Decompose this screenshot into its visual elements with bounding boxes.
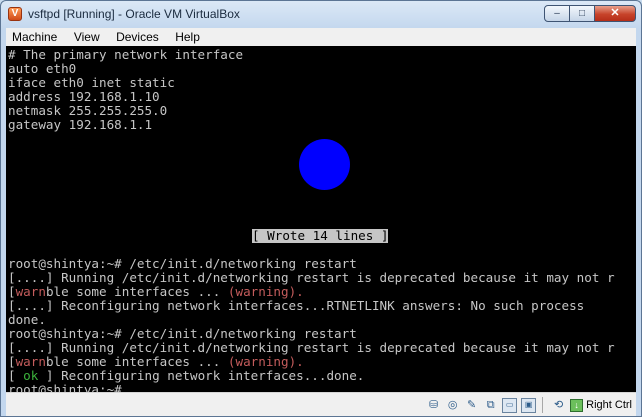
hard-disk-icon[interactable]: ⛁	[426, 398, 441, 413]
close-button[interactable]: ✕	[594, 5, 636, 22]
ok-tag: ok	[23, 368, 39, 383]
vm-console-screen[interactable]: # The primary network interface auto eth…	[6, 46, 636, 392]
virtualbox-app-icon: V	[8, 7, 22, 21]
warning-text: (warning).	[227, 354, 304, 369]
console-line: [ ok ] Reconfiguring network interfaces.…	[8, 369, 364, 383]
shell-prompt: root@shintya:~#	[8, 382, 130, 393]
menu-machine[interactable]: Machine	[6, 29, 63, 46]
network-icon[interactable]: ⧉	[483, 398, 498, 413]
console-text: ble some interfaces ...	[45, 284, 228, 299]
console-line: [warnble some interfaces ... (warning).	[8, 285, 304, 299]
menu-view[interactable]: View	[68, 29, 106, 46]
status-bar: ⛁ ◎ ✎ ⧉ ▭ ▣ ⟲ ↓ Right Ctrl	[6, 392, 636, 416]
menu-bar: Machine View Devices Help	[6, 28, 636, 46]
console-text: [	[8, 354, 16, 369]
status-separator	[542, 397, 544, 413]
console-line: auto eth0	[8, 61, 77, 76]
menu-devices[interactable]: Devices	[110, 29, 165, 46]
mouse-integration-icon[interactable]: ⟲	[551, 398, 566, 413]
blue-circle-overlay	[299, 139, 350, 190]
console-prompt-line: root@shintya:~#	[8, 382, 137, 393]
warning-text: (warning).	[227, 284, 304, 299]
warn-tag: warn	[15, 284, 46, 299]
shared-folders-icon[interactable]: ▭	[502, 397, 518, 413]
console-line: [....] Running /etc/init.d/networking re…	[8, 340, 615, 355]
optical-drive-icon[interactable]: ◎	[445, 398, 460, 413]
status-icons: ⛁ ◎ ✎ ⧉ ▭ ▣ ⟲ ↓ Right Ctrl	[422, 396, 634, 414]
console-line: address 192.168.1.10	[8, 89, 160, 104]
usb-icon[interactable]: ✎	[464, 398, 479, 413]
host-key-label: Right Ctrl	[586, 399, 632, 411]
console-text: ] Reconfiguring network interfaces...don…	[38, 368, 365, 383]
console-line: root@shintya:~# /etc/init.d/networking r…	[8, 256, 357, 271]
virtualbox-window: V vsftpd [Running] - Oracle VM VirtualBo…	[0, 0, 642, 417]
console-line: done.	[8, 312, 46, 327]
console-line: [....] Running /etc/init.d/networking re…	[8, 270, 615, 285]
console-text: [	[8, 284, 16, 299]
console-line: root@shintya:~# /etc/init.d/networking r…	[8, 326, 357, 341]
console-line: netmask 255.255.255.0	[8, 103, 168, 118]
maximize-button[interactable]: □	[569, 5, 595, 22]
console-line: gateway 192.168.1.1	[8, 117, 153, 132]
minimize-button[interactable]: –	[544, 5, 570, 22]
warn-tag: warn	[15, 354, 46, 369]
console-line: # The primary network interface	[8, 47, 244, 62]
window-controls: – □ ✕	[544, 5, 636, 22]
console-line: iface eth0 inet static	[8, 75, 175, 90]
console-line: [....] Reconfiguring network interfaces.…	[8, 298, 585, 313]
console-line: [warnble some interfaces ... (warning).	[8, 355, 304, 369]
display-icon[interactable]: ▣	[521, 397, 537, 413]
console-text: ble some interfaces ...	[45, 354, 228, 369]
title-bar[interactable]: V vsftpd [Running] - Oracle VM VirtualBo…	[1, 1, 641, 27]
editor-status-message: [ Wrote 14 lines ]	[252, 228, 389, 243]
console-text: [	[8, 368, 24, 383]
menu-help[interactable]: Help	[169, 29, 206, 46]
window-title: vsftpd [Running] - Oracle VM VirtualBox	[28, 7, 240, 21]
host-key-icon: ↓	[570, 398, 584, 412]
